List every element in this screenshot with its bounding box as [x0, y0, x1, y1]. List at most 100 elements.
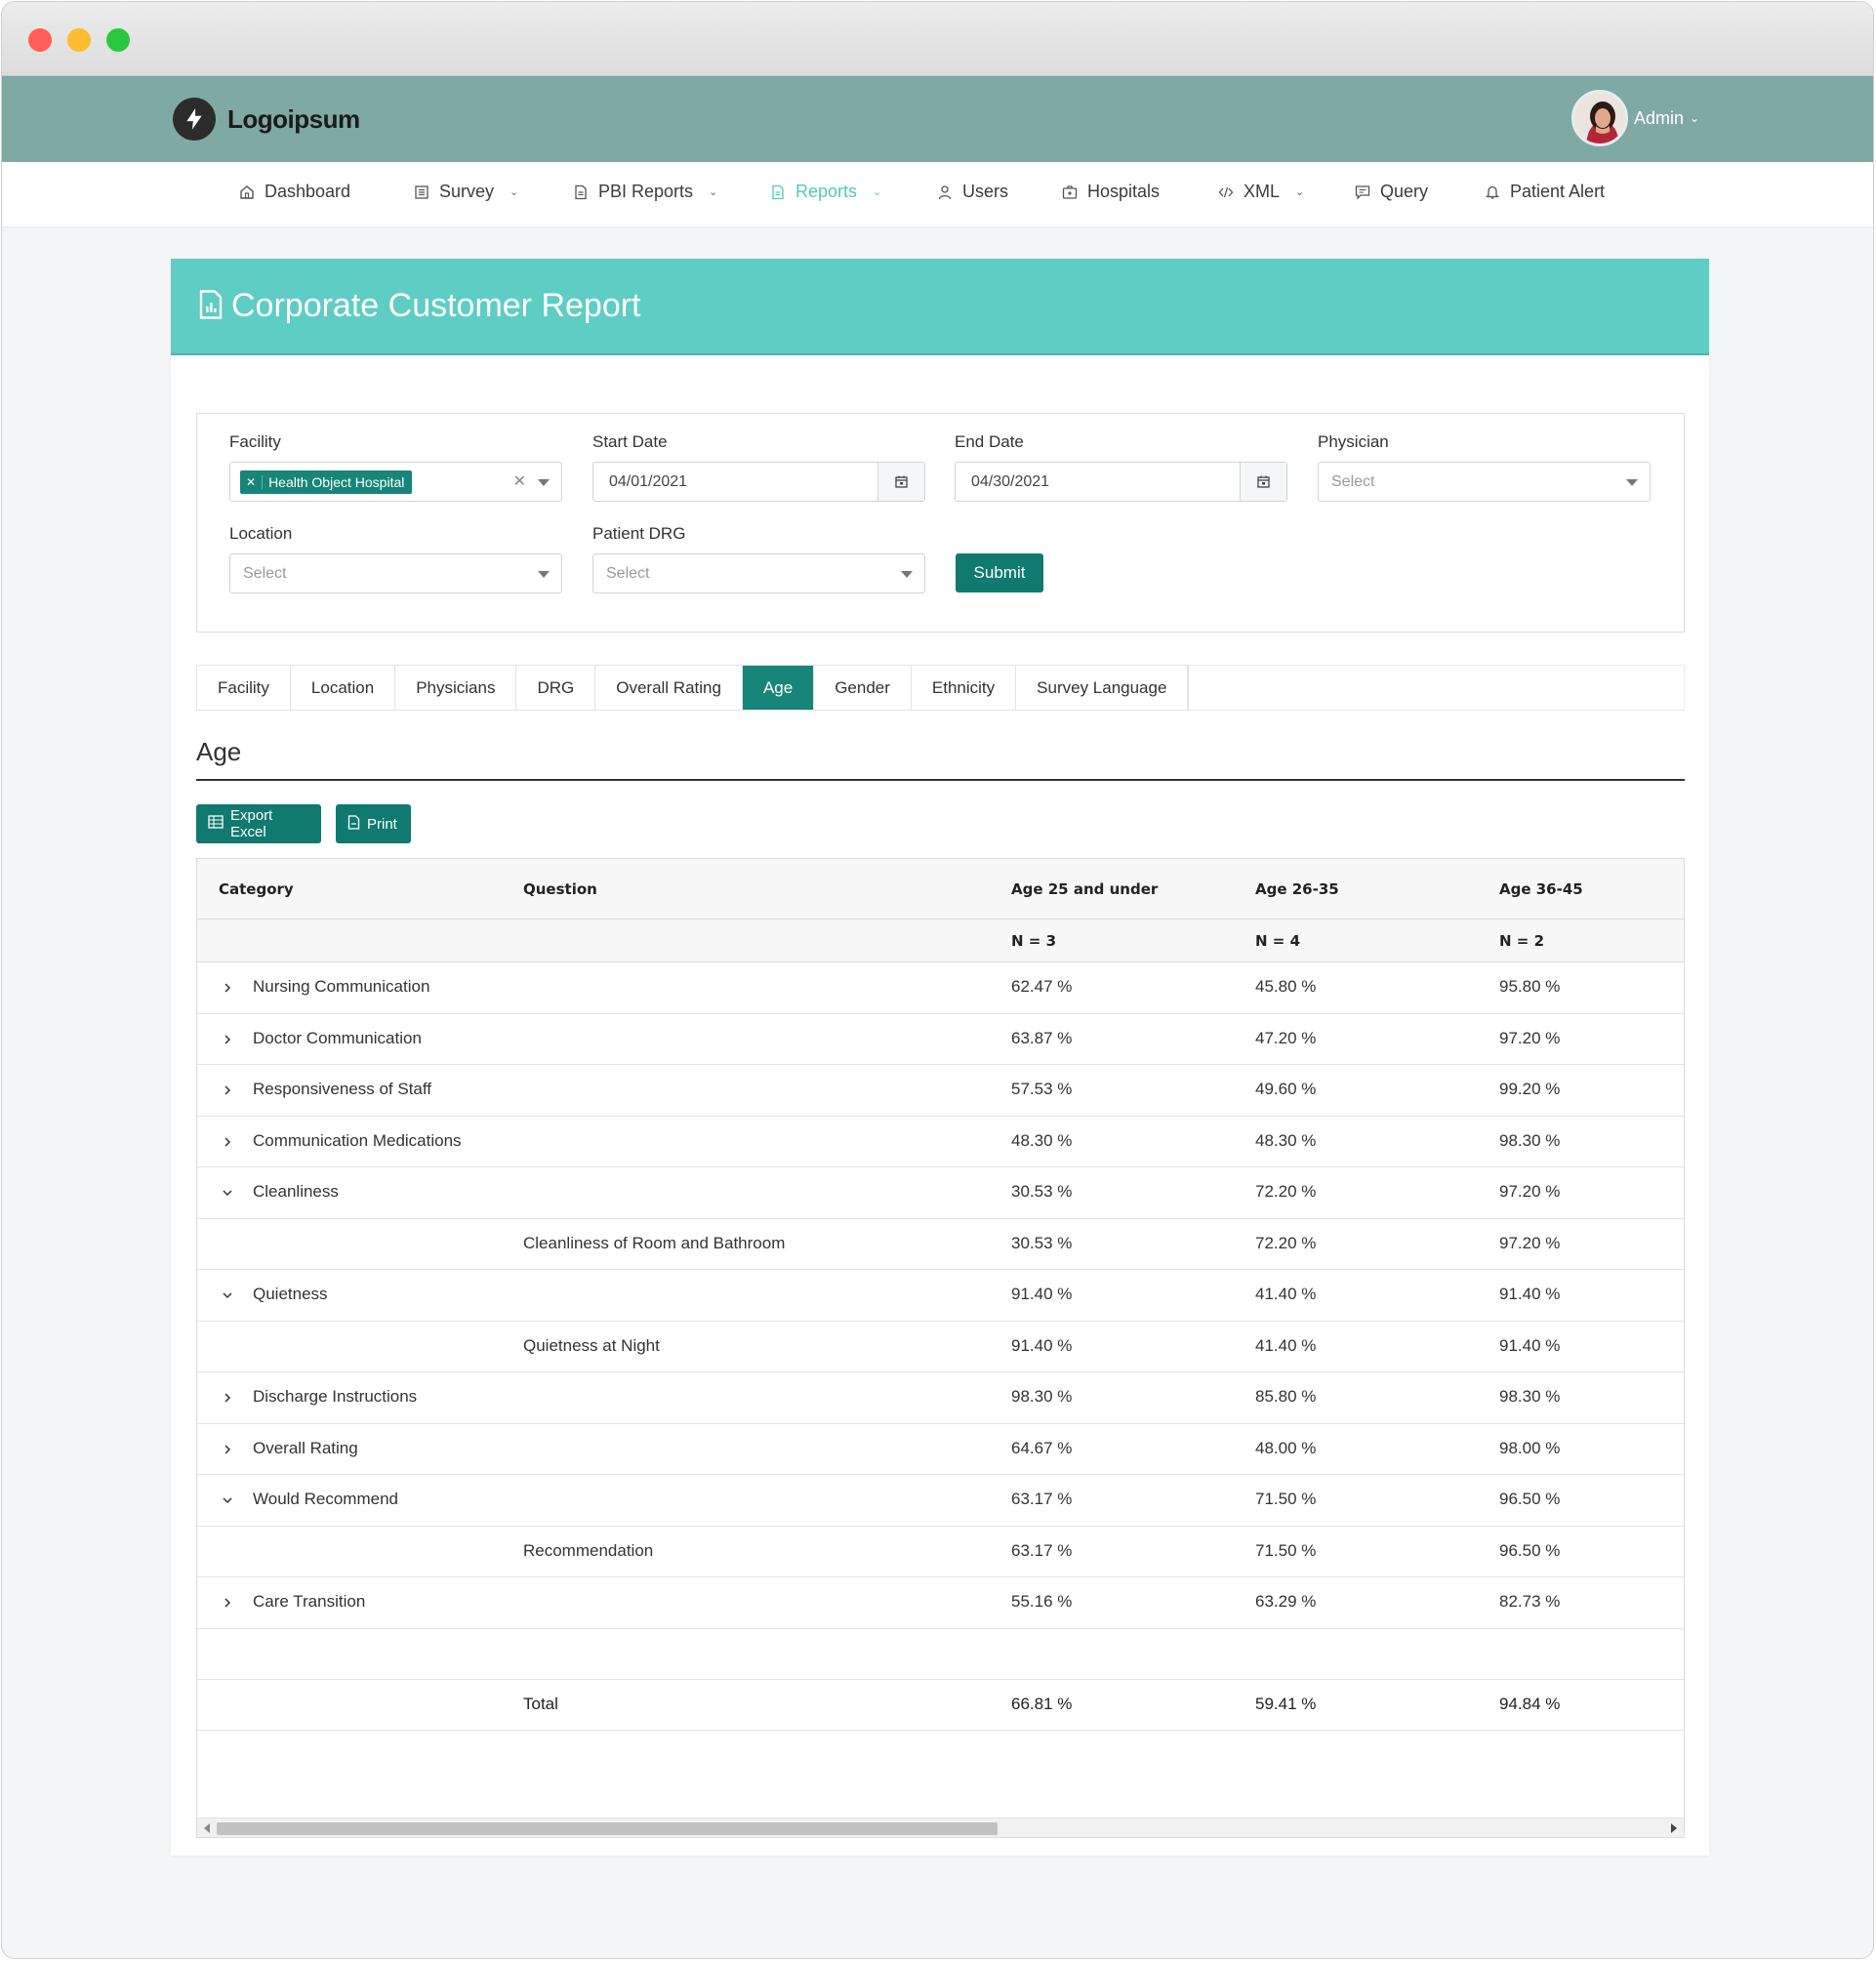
submit-button[interactable]: Submit	[956, 553, 1043, 592]
end-date-input[interactable]: 04/30/2021	[955, 462, 1287, 502]
category-cell: Nursing Communication	[253, 977, 430, 996]
nav-pbi-reports[interactable]: PBI Reports ⌄	[573, 182, 717, 202]
bell-icon	[1485, 184, 1500, 200]
table-row[interactable]: Nursing Communication 62.47 % 45.80 % 95.80…	[197, 962, 1684, 1014]
drg-select[interactable]: Select	[592, 553, 925, 593]
nav-label: Users	[962, 182, 1009, 201]
chevron-right-icon[interactable]	[221, 1032, 234, 1045]
remove-tag-icon[interactable]: ✕	[240, 474, 264, 489]
score-cell: 98.30 %	[1011, 1387, 1073, 1406]
location-select[interactable]: Select	[229, 553, 562, 593]
nav-hospitals[interactable]: Hospitals	[1062, 182, 1160, 202]
nav-query[interactable]: Query	[1355, 182, 1428, 202]
tab-age[interactable]: Age	[742, 666, 815, 710]
section-divider	[196, 779, 1685, 781]
document-icon	[573, 184, 589, 200]
nav-xml[interactable]: XML ⌄	[1218, 182, 1304, 202]
calendar-button[interactable]	[1240, 463, 1286, 501]
score-cell: 91.40 %	[1011, 1335, 1073, 1355]
table-row[interactable]: Cleanliness 30.53 % 72.20 % 97.20 %	[197, 1167, 1684, 1219]
chevron-down-icon: ⌄	[709, 186, 718, 198]
category-cell: Discharge Instructions	[253, 1387, 418, 1406]
score-cell: 64.67 %	[1011, 1438, 1073, 1457]
category-cell: Cleanliness	[253, 1182, 339, 1201]
scrollbar-thumb[interactable]	[217, 1822, 998, 1835]
column-header-age-26-35: Age 26-35	[1255, 880, 1339, 898]
score-cell: 63.29 %	[1255, 1592, 1317, 1611]
calendar-button[interactable]	[877, 463, 924, 501]
minimize-window-button[interactable]	[67, 28, 91, 52]
tab-facility[interactable]: Facility	[197, 666, 291, 710]
print-button[interactable]: Print	[336, 804, 411, 843]
chevron-right-icon[interactable]	[221, 1134, 234, 1148]
score-cell: 97.20 %	[1499, 1233, 1561, 1252]
tab-drg[interactable]: DRG	[516, 666, 596, 710]
score-cell: 48.30 %	[1255, 1130, 1317, 1150]
score-cell: 48.30 %	[1011, 1130, 1073, 1150]
nav-users[interactable]: Users	[937, 182, 1008, 202]
tab-overall-rating[interactable]: Overall Rating	[595, 666, 743, 710]
table-row[interactable]: Would Recommend 63.17 % 71.50 % 96.50 %	[197, 1475, 1684, 1527]
chevron-right-icon[interactable]	[221, 1595, 234, 1609]
facility-field: Facility ✕ Health Object Hospital ✕	[229, 432, 562, 502]
score-cell: 98.30 %	[1499, 1387, 1561, 1406]
column-header-category: Category	[219, 880, 294, 898]
score-cell: 45.80 %	[1255, 977, 1317, 996]
chevron-right-icon[interactable]	[221, 1442, 234, 1455]
chevron-right-icon[interactable]	[221, 980, 234, 994]
tab-gender[interactable]: Gender	[814, 666, 912, 710]
score-cell: 98.30 %	[1499, 1130, 1561, 1150]
clear-selection-icon[interactable]: ✕	[513, 471, 526, 491]
column-header-age-25-under: Age 25 and under	[1011, 880, 1159, 898]
score-cell: 63.17 %	[1011, 1540, 1073, 1560]
dropdown-caret-icon	[538, 571, 550, 578]
scroll-right-arrow-icon[interactable]	[1671, 1823, 1677, 1833]
total-value: 59.41 %	[1255, 1694, 1317, 1713]
tab-physicians[interactable]: Physicians	[395, 666, 517, 710]
logo-text: Logoipsum	[227, 103, 360, 134]
chevron-down-icon[interactable]	[221, 1185, 234, 1199]
facility-tag-label: Health Object Hospital	[268, 473, 405, 490]
table-row[interactable]: Discharge Instructions 98.30 % 85.80 % 98.3…	[197, 1372, 1684, 1424]
table-row[interactable]: Doctor Communication 63.87 % 47.20 % 97.20 …	[197, 1014, 1684, 1065]
nav-dashboard[interactable]: Dashboard	[239, 182, 350, 202]
table-row[interactable]: Overall Rating 64.67 % 48.00 % 98.00 %	[197, 1424, 1684, 1475]
facility-select[interactable]: ✕ Health Object Hospital ✕	[229, 462, 562, 502]
drg-label: Patient DRG	[592, 524, 686, 543]
browser-window: Logoipsum Admin ⌄ Dashboard Survey ⌄ PBI…	[1, 1, 1874, 1959]
chevron-down-icon[interactable]	[221, 1287, 234, 1301]
sample-size-row: N = 3 N = 4 N = 2	[197, 919, 1684, 962]
total-label: Total	[523, 1694, 558, 1713]
scroll-left-arrow-icon[interactable]	[204, 1823, 210, 1833]
chevron-right-icon[interactable]	[221, 1083, 234, 1096]
table-header: Category Question Age 25 and under Age 2…	[197, 859, 1684, 919]
score-cell: 72.20 %	[1255, 1233, 1317, 1252]
nav-survey[interactable]: Survey ⌄	[414, 182, 518, 202]
table-row[interactable]: Communication Medications 48.30 % 48.30 % 9…	[197, 1117, 1684, 1167]
horizontal-scrollbar[interactable]	[197, 1818, 1684, 1837]
chevron-down-icon[interactable]	[221, 1492, 234, 1506]
chevron-right-icon[interactable]	[221, 1390, 234, 1404]
table-row[interactable]: Care Transition 55.16 % 63.29 % 82.73 %	[197, 1577, 1684, 1629]
table-row[interactable]: Responsiveness of Staff 57.53 % 49.60 % 99.…	[197, 1065, 1684, 1117]
nav-reports[interactable]: Reports ⌄	[770, 182, 881, 202]
score-cell: 91.40 %	[1499, 1285, 1561, 1303]
score-cell: 57.53 %	[1011, 1080, 1073, 1098]
tab-location[interactable]: Location	[290, 666, 396, 710]
tab-survey-language[interactable]: Survey Language	[1016, 666, 1189, 710]
logo[interactable]: Logoipsum	[173, 98, 360, 141]
table-row[interactable]: Quietness 91.40 % 41.40 % 91.40 %	[197, 1270, 1684, 1322]
export-excel-button[interactable]: Export Excel	[196, 804, 321, 843]
drg-placeholder: Select	[606, 564, 650, 582]
total-value: 94.84 %	[1499, 1694, 1561, 1713]
nav-patient-alert[interactable]: Patient Alert	[1485, 182, 1605, 202]
avatar[interactable]	[1571, 90, 1628, 146]
close-window-button[interactable]	[28, 28, 52, 52]
user-menu[interactable]: Admin ⌄	[1571, 90, 1699, 146]
maximize-window-button[interactable]	[106, 28, 130, 52]
start-date-input[interactable]: 04/01/2021	[592, 462, 925, 502]
physician-select[interactable]: Select	[1318, 462, 1651, 502]
tab-ethnicity[interactable]: Ethnicity	[911, 666, 1017, 710]
score-cell: 91.40 %	[1499, 1335, 1561, 1355]
excel-icon	[208, 815, 224, 833]
